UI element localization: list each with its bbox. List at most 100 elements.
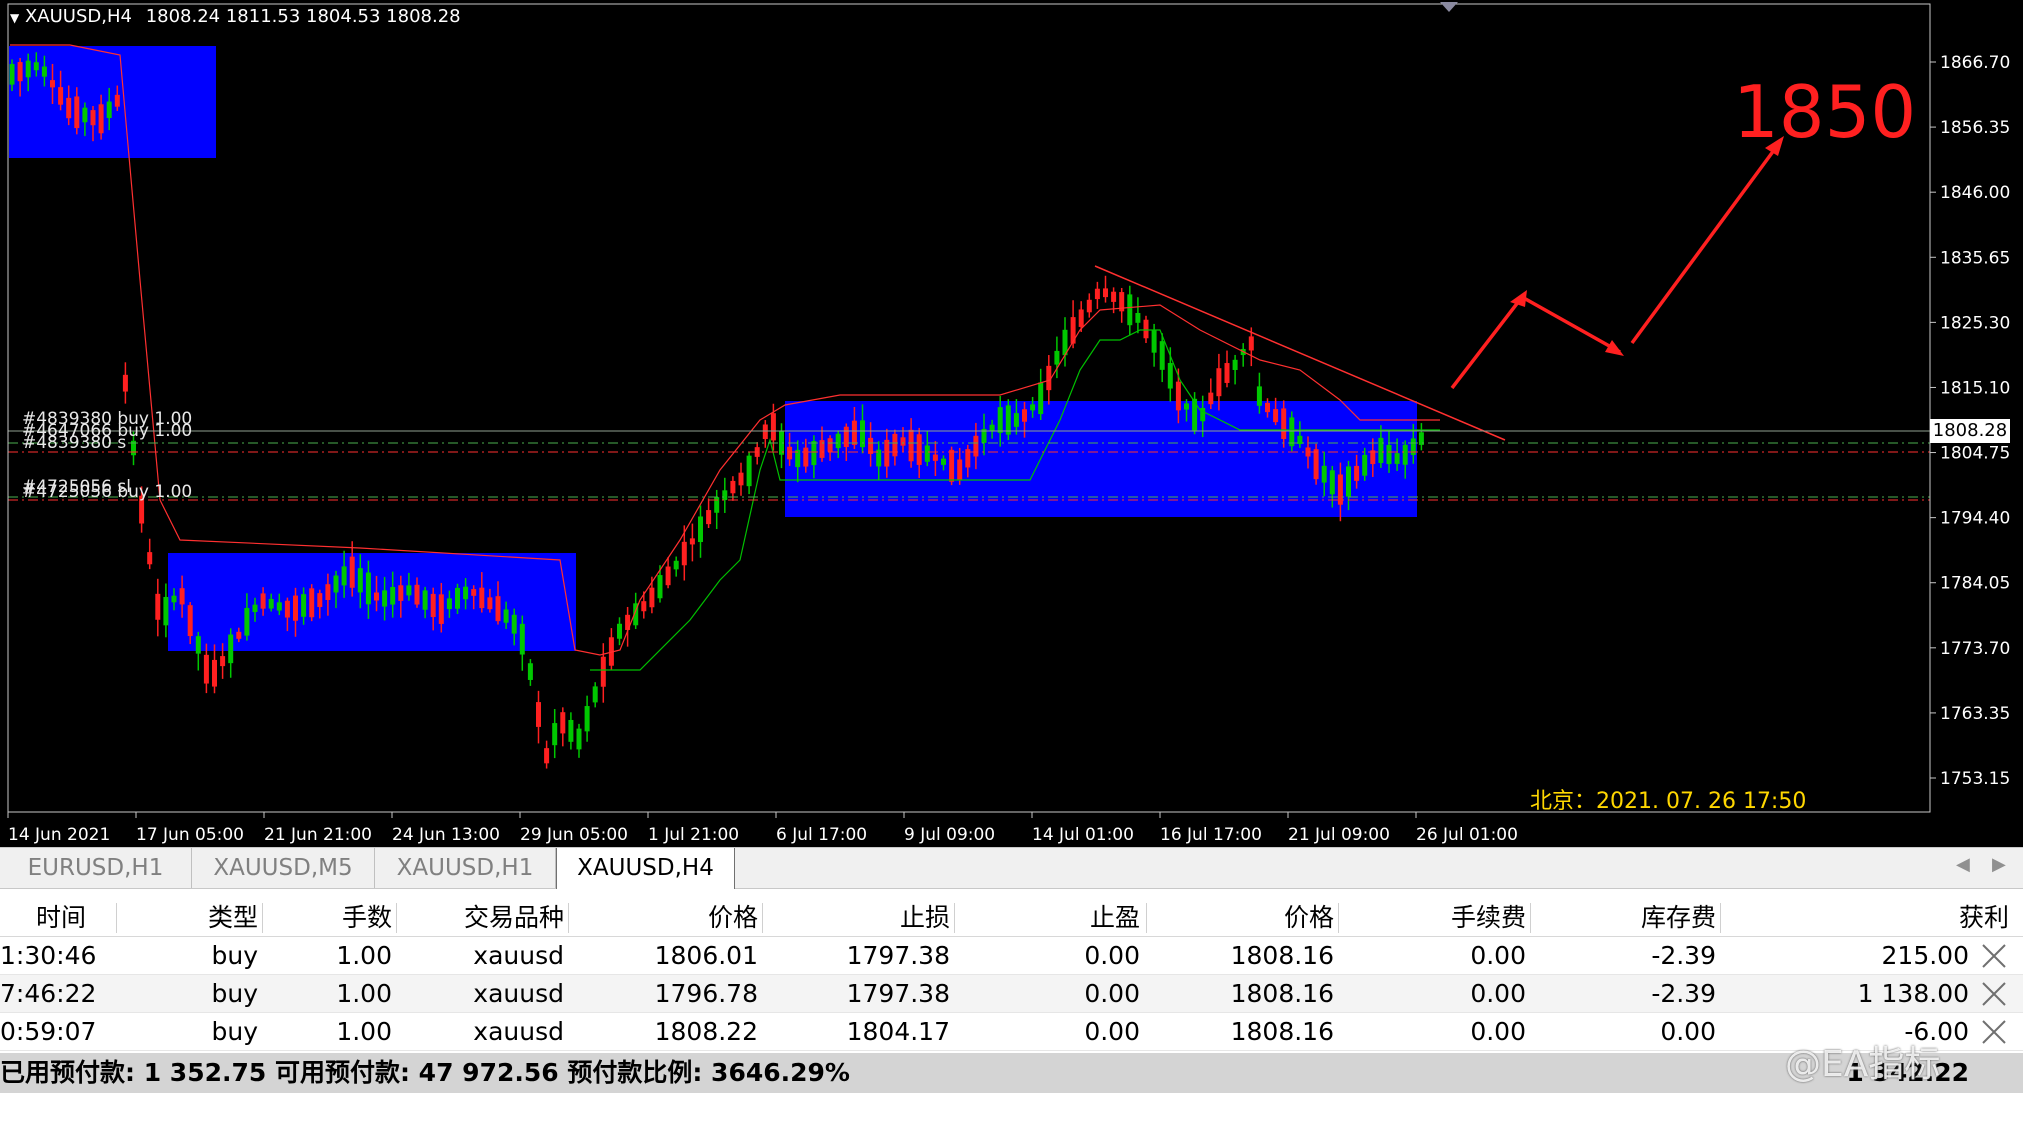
chart-header: ▼ XAUUSD,H4 1808.24 1811.53 1804.53 1808… (10, 6, 461, 27)
tab-xauusd-h4[interactable]: XAUUSD,H4 (556, 848, 735, 890)
candle-body (114, 94, 120, 107)
candle-body (1354, 465, 1360, 481)
candle-body (430, 593, 436, 618)
cell-sl[interactable]: 1797.38 (762, 975, 950, 1013)
tab-xauusd-m5[interactable]: XAUUSD,M5 (192, 848, 375, 888)
candle-body (212, 659, 217, 687)
cell-sl[interactable]: 1797.38 (762, 937, 950, 975)
col-commission[interactable]: 手续费 (1338, 899, 1526, 937)
candle-body (341, 566, 347, 586)
tab-eurusd-h1[interactable]: EURUSD,H1 (0, 848, 192, 888)
col-current-price[interactable]: 价格 (1146, 899, 1334, 937)
candle-body (884, 439, 890, 467)
table-row[interactable]: 7:46:22 buy 1.00 xauusd 1796.78 1797.38 … (0, 975, 2023, 1013)
candle-body (536, 702, 541, 727)
candle-body (163, 596, 169, 626)
candle-body (851, 420, 857, 445)
candle-body (236, 631, 242, 639)
close-order-icon[interactable] (1980, 980, 2008, 1008)
candle-body (835, 433, 841, 449)
candle-body (471, 589, 477, 596)
candle-body (552, 723, 558, 746)
candle-body (187, 605, 193, 637)
candle-body (924, 445, 930, 462)
cell-open-price: 1808.22 (654, 1017, 758, 1046)
candle-body (1159, 341, 1165, 370)
col-profit[interactable]: 获利 (1720, 899, 2009, 937)
candle-body (58, 87, 64, 105)
cell-tp[interactable]: 0.00 (954, 1013, 1140, 1051)
chart-canvas[interactable]: 1866.70 1856.35 1846.00 1835.65 1825.30 1815.… (0, 0, 2023, 847)
tab-scroll-right-icon[interactable]: ▶ (1992, 854, 2006, 875)
close-order-icon[interactable] (1980, 942, 2008, 970)
cell-swap: -2.39 (1651, 941, 1716, 970)
table-row[interactable]: 0:59:07 buy 1.00 xauusd 1808.22 1804.17 … (0, 1013, 2023, 1051)
zone (9, 46, 216, 158)
candle-body (17, 62, 23, 82)
cell-lots: 1.00 (336, 941, 392, 970)
time-tick-label: 17 Jun 05:00 (136, 825, 244, 845)
current-price-label: 1808.28 (1930, 419, 2010, 443)
candle-body (82, 107, 88, 123)
candle-body (787, 446, 793, 460)
cell-tp[interactable]: 0.00 (954, 937, 1140, 975)
col-sl[interactable]: 止损 (762, 899, 950, 937)
candle-body (309, 588, 315, 618)
candle-body (1022, 409, 1027, 422)
cell-commission: 0.00 (1470, 1017, 1526, 1046)
col-open-price[interactable]: 价格 (568, 899, 758, 937)
candle-body (220, 656, 226, 667)
shift-marker-icon[interactable] (1440, 2, 1458, 12)
order-label-5[interactable]: #4725056 buy 1.00 (22, 482, 192, 502)
candle-body (908, 429, 914, 462)
cell-commission: 0.00 (1470, 941, 1526, 970)
col-symbol[interactable]: 交易品种 (396, 899, 564, 937)
candle-body (1038, 382, 1044, 415)
candle-body (203, 654, 209, 684)
candle-body (916, 434, 922, 465)
tab-xauusd-h1[interactable]: XAUUSD,H1 (375, 848, 556, 888)
price-tick-label: 1784.05 (1940, 574, 2010, 594)
candle-body (390, 586, 396, 605)
close-order-icon[interactable] (1980, 1018, 2008, 1046)
candle-body (1289, 417, 1295, 447)
order-label-3[interactable]: #4839380 s (22, 433, 126, 453)
candle-body (171, 595, 177, 603)
col-tp[interactable]: 止盈 (954, 899, 1140, 937)
candle-body (155, 593, 161, 620)
col-swap[interactable]: 库存费 (1530, 899, 1716, 937)
col-lots[interactable]: 手数 (262, 899, 392, 937)
candle-body (1273, 409, 1279, 423)
time-tick-label: 16 Jul 17:00 (1160, 825, 1262, 845)
cell-tp[interactable]: 0.00 (954, 975, 1140, 1013)
price-chart[interactable]: 1866.70 1856.35 1846.00 1835.65 1825.30 1815.… (0, 0, 2023, 847)
col-time[interactable]: 时间 (36, 899, 116, 937)
candle-body (957, 459, 963, 481)
time-tick-label: 21 Jun 21:00 (264, 825, 372, 845)
table-row[interactable]: 1:30:46 buy 1.00 xauusd 1806.01 1797.38 … (0, 937, 2023, 975)
candle-body (900, 437, 906, 446)
candle-body (122, 374, 128, 392)
candle-body (382, 590, 388, 607)
candle-body (1184, 403, 1189, 410)
arrowhead-icon (1605, 340, 1624, 356)
watermark: @EA指标 (1785, 1044, 1941, 1085)
candle-body (33, 62, 39, 71)
cell-symbol: xauusd (473, 1017, 564, 1046)
tab-scroll-left-icon[interactable]: ◀ (1956, 854, 1970, 875)
col-type[interactable]: 类型 (120, 899, 258, 937)
candle-body (414, 584, 420, 605)
chart-menu-arrow-icon[interactable]: ▼ (10, 11, 19, 25)
candle-body (268, 598, 274, 609)
time-tick-label: 26 Jul 01:00 (1416, 825, 1518, 845)
cell-time: 0:59:07 (0, 1017, 97, 1046)
price-tick-label: 1825.30 (1940, 313, 2010, 333)
candle-body (673, 560, 679, 570)
candle-body (1224, 363, 1230, 383)
candle-body (66, 97, 72, 119)
candle-body (811, 441, 817, 466)
cell-sl[interactable]: 1804.17 (762, 1013, 950, 1051)
candle-body (681, 541, 687, 566)
candle-body (1054, 350, 1060, 365)
consolidation-zones (9, 46, 1417, 651)
